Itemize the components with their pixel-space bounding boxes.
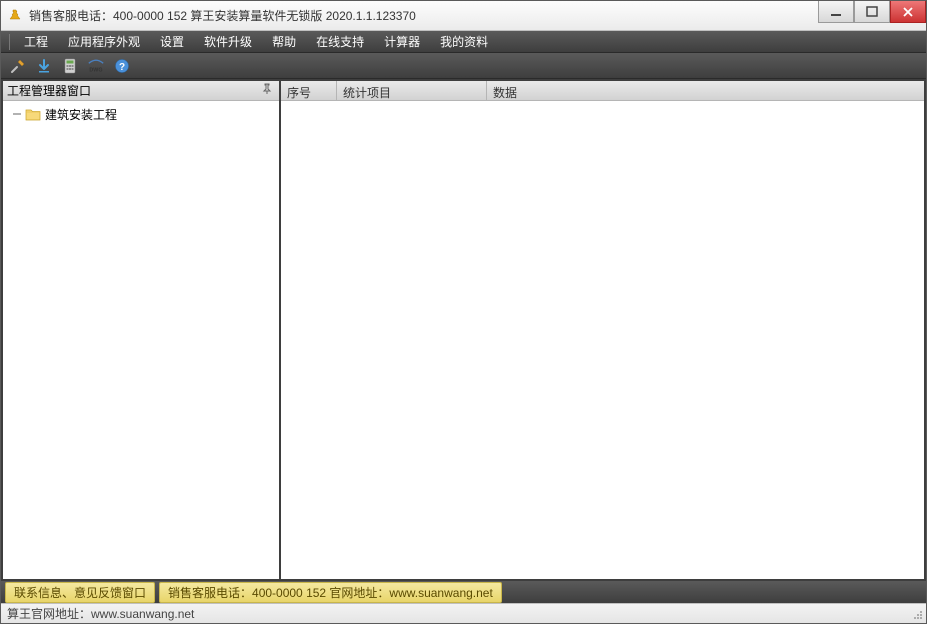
titlebar: 销售客服电话：400-0000 152 算王安装算量软件无锁版 2020.1.1… bbox=[1, 1, 926, 31]
app-icon bbox=[7, 8, 23, 24]
download-icon[interactable] bbox=[35, 57, 53, 75]
tree-root-node[interactable]: 建筑安装工程 bbox=[11, 105, 279, 123]
grid-body bbox=[281, 101, 924, 579]
status-contact[interactable]: 销售客服电话：400-0000 152 官网地址：www.suanwang.ne… bbox=[159, 582, 502, 603]
menu-upgrade[interactable]: 软件升级 bbox=[194, 30, 262, 53]
close-button[interactable] bbox=[890, 1, 926, 23]
toolbar: DWG ? bbox=[1, 53, 926, 79]
panel-title: 工程管理器窗口 bbox=[7, 82, 91, 99]
menu-my-profile[interactable]: 我的资料 bbox=[430, 30, 498, 53]
grid-col-data[interactable]: 数据 bbox=[487, 81, 824, 100]
pin-icon[interactable] bbox=[261, 83, 275, 97]
resize-grip-icon[interactable] bbox=[910, 607, 924, 621]
grid-col-index[interactable]: 序号 bbox=[281, 81, 337, 100]
expander-icon[interactable] bbox=[11, 108, 23, 120]
tools-icon[interactable] bbox=[9, 57, 27, 75]
calculator-icon[interactable] bbox=[61, 57, 79, 75]
grid-col-item[interactable]: 统计项目 bbox=[337, 81, 487, 100]
window-controls bbox=[818, 1, 926, 23]
menu-online-support[interactable]: 在线支持 bbox=[306, 30, 374, 53]
project-tree: 建筑安装工程 bbox=[3, 101, 279, 579]
menu-separator bbox=[9, 34, 10, 50]
menu-appearance[interactable]: 应用程序外观 bbox=[58, 30, 150, 53]
menu-settings[interactable]: 设置 bbox=[150, 30, 194, 53]
menu-project[interactable]: 工程 bbox=[14, 30, 58, 53]
svg-text:DWG: DWG bbox=[89, 67, 102, 73]
svg-text:?: ? bbox=[119, 62, 125, 73]
status-feedback[interactable]: 联系信息、意见反馈窗口 bbox=[5, 582, 155, 603]
minimize-button[interactable] bbox=[818, 1, 854, 23]
main-area: 工程管理器窗口 建筑安装工程 bbox=[1, 79, 926, 581]
menubar: 工程 应用程序外观 设置 软件升级 帮助 在线支持 计算器 我的资料 bbox=[1, 31, 926, 53]
maximize-button[interactable] bbox=[854, 1, 890, 23]
panel-header: 工程管理器窗口 bbox=[3, 81, 279, 101]
window-title: 销售客服电话：400-0000 152 算王安装算量软件无锁版 2020.1.1… bbox=[29, 7, 416, 24]
grid-col-spacer bbox=[824, 81, 924, 100]
folder-icon bbox=[25, 107, 41, 121]
project-tree-panel: 工程管理器窗口 建筑安装工程 bbox=[3, 81, 279, 579]
statusbar: 联系信息、意见反馈窗口 销售客服电话：400-0000 152 官网地址：www… bbox=[1, 581, 926, 603]
dwg-icon[interactable]: DWG bbox=[87, 57, 105, 75]
menu-calculator[interactable]: 计算器 bbox=[374, 30, 430, 53]
data-grid-panel: 序号 统计项目 数据 bbox=[281, 81, 924, 579]
tree-node-label: 建筑安装工程 bbox=[45, 106, 117, 123]
help-icon[interactable]: ? bbox=[113, 57, 131, 75]
menu-help[interactable]: 帮助 bbox=[262, 30, 306, 53]
footer-text: 算王官网地址：www.suanwang.net bbox=[7, 605, 194, 622]
grid-header: 序号 统计项目 数据 bbox=[281, 81, 924, 101]
footer: 算王官网地址：www.suanwang.net bbox=[1, 603, 926, 623]
